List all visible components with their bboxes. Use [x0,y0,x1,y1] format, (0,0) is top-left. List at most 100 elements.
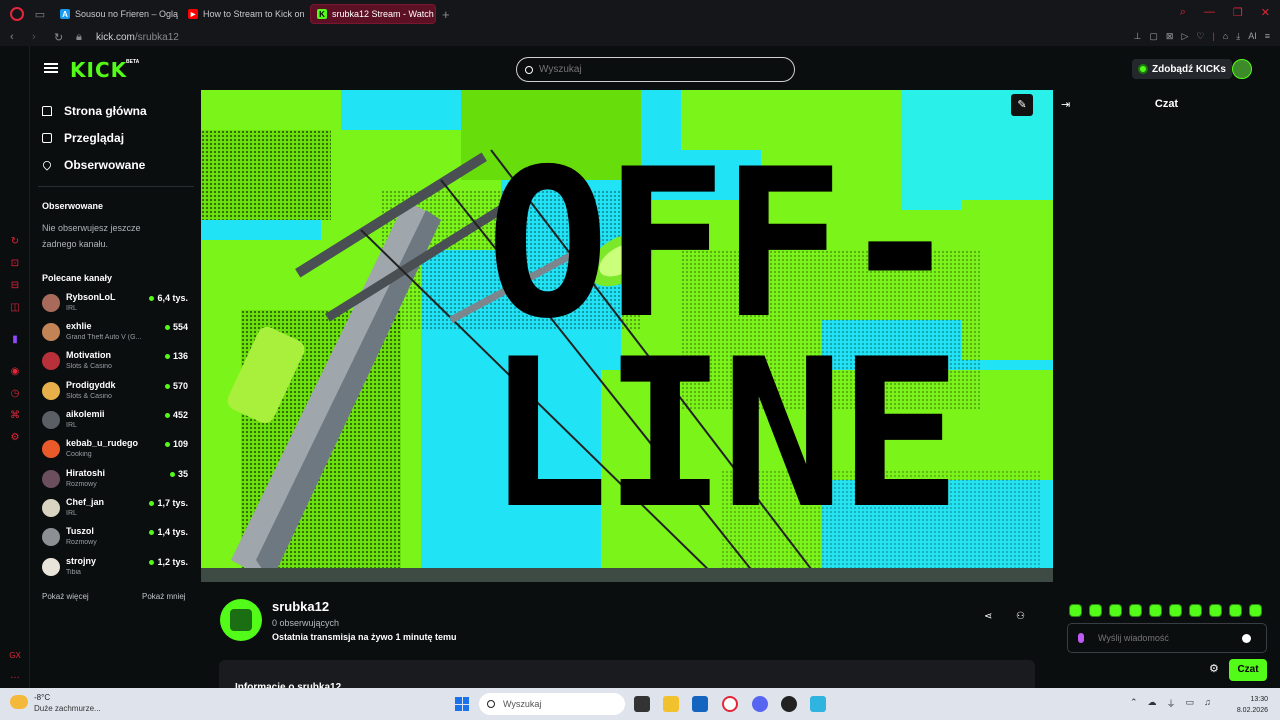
opera-gx-icon[interactable] [722,696,738,712]
cloud-icon[interactable]: ☁ [1148,697,1157,710]
back-button[interactable]: ‹ [10,31,22,43]
channel-item[interactable]: aikolemii IRL 452 [42,407,192,435]
emote-icon[interactable] [1209,604,1222,617]
add-user-icon[interactable]: ⚇ [1016,611,1028,623]
channel-name: Motivation [66,350,111,360]
channel-avatar [42,440,60,458]
emote-icon[interactable] [1129,604,1142,617]
nav-browse[interactable]: Przeglądaj [42,131,124,145]
player-icon[interactable]: ▷ [1181,31,1188,42]
maximize-button[interactable]: ❐ [1233,6,1243,19]
task-view-icon[interactable] [634,696,650,712]
show-less-link[interactable]: Pokaż mniej [142,592,186,601]
follower-count: 0 obserwujących [272,618,340,628]
mic-tray-icon[interactable]: ⏚ [1167,697,1176,710]
close-button[interactable]: ✕ [1261,6,1270,19]
channel-item[interactable]: strojny Tibia 1,2 tys. [42,554,192,582]
channel-item[interactable]: Hiratoshi Rozmowy 35 [42,466,192,494]
store-icon[interactable] [692,696,708,712]
video-player[interactable]: OFF- LINE [201,90,1053,582]
taskbar-search[interactable]: Wyszukaj [479,693,625,715]
bag-icon[interactable]: ⊡ [9,258,21,270]
workspaces-icon[interactable]: ▭ [32,7,48,21]
file-explorer-icon[interactable] [663,696,679,712]
chat-settings-icon[interactable]: ⚙ [1209,662,1219,675]
aria-ai-button[interactable]: AI [1248,31,1257,42]
tab-frieren[interactable]: A Sousou no Frieren – Oglą [54,4,180,24]
tab-youtube[interactable]: ▶ How to Stream to Kick on [182,4,308,24]
history-icon[interactable]: ◷ [9,388,21,400]
edit-banner-button[interactable]: ✎ [1011,94,1033,116]
emote-icon[interactable] [1149,604,1162,617]
adblock-icon[interactable]: ⊠ [1166,31,1174,42]
snapshot-icon[interactable]: ▢ [1149,31,1158,42]
share-icon[interactable]: ⋖ [984,611,996,623]
emote-icon[interactable] [1089,604,1102,617]
messenger-icon[interactable]: ⊟ [9,280,21,292]
emoji-icon[interactable] [1242,633,1251,643]
forward-button[interactable]: › [32,31,44,43]
channel-item[interactable]: Chef_jan IRL 1,7 tys. [42,495,192,523]
emote-icon[interactable] [1169,604,1182,617]
channel-item[interactable]: kebab_u_rudego Cooking 109 [42,436,192,464]
hamburger-menu-icon[interactable] [44,63,58,73]
get-kicks-button[interactable]: Zdobądź KICKs [1132,59,1232,79]
obs-icon[interactable] [781,696,797,712]
settings-icon[interactable]: ⚙ [9,432,21,444]
user-avatar[interactable] [1232,59,1252,79]
chat-input[interactable] [1098,633,1238,643]
tab-kick[interactable]: K srubka12 Stream - Watch L [310,4,436,24]
player-sidebar-icon[interactable]: ◉ [9,366,21,378]
kick-logo[interactable]: KICK [70,58,127,82]
new-tab-button[interactable]: + [442,7,450,22]
minimize-button[interactable]: — [1204,6,1215,19]
windows-start-icon[interactable] [455,697,469,711]
url-field[interactable]: kick.com/srubka12 [96,32,179,43]
weather-icon[interactable] [10,695,28,709]
download-icon[interactable]: ⤓ [1236,31,1240,42]
favorite-heart-icon[interactable]: ♡ [1196,31,1204,42]
discord-icon[interactable] [752,696,768,712]
more-icon[interactable]: … [9,670,21,682]
emote-icon[interactable] [1109,604,1122,617]
microphone-icon[interactable] [1078,633,1084,643]
show-more-link[interactable]: Pokaż więcej [42,592,89,601]
home-icon [42,106,52,116]
aria-icon[interactable]: ↻ [9,236,21,248]
menu-icon[interactable]: ≡ [1265,31,1270,42]
account-icon[interactable]: ⌂ [1223,31,1228,42]
pin-icon[interactable]: ⊥ [1134,31,1142,42]
twitch-icon[interactable]: ▮ [9,334,21,346]
channel-item[interactable]: Motivation Slots & Casino 136 [42,348,192,376]
chat-send-button[interactable]: Czat [1229,659,1267,681]
search-input[interactable] [539,64,779,75]
channel-name[interactable]: srubka12 [272,599,329,614]
channel-name: Prodigyddk [66,380,116,390]
emote-icon[interactable] [1249,604,1262,617]
reload-button[interactable]: ↻ [54,31,66,44]
channel-item[interactable]: exhlie Grand Theft Auto V (G... 554 [42,319,192,347]
channel-avatar[interactable] [220,599,262,641]
channel-item[interactable]: RybsonLoL IRL 6,4 tys. [42,290,192,318]
network-icon[interactable]: ▭ [1186,697,1195,710]
notepad-icon[interactable] [810,696,826,712]
opera-logo-icon[interactable] [10,7,24,21]
clock[interactable]: 13:30 8.02.2026 [1230,694,1268,716]
nav-following[interactable]: Obserwowane [41,158,145,172]
search-tabs-icon[interactable]: ⌕ [1180,6,1186,19]
collapse-chat-icon[interactable]: ⇥ [1061,98,1070,111]
channel-item[interactable]: Prodigyddk Slots & Casino 570 [42,378,192,406]
chevron-up-icon[interactable]: ⌃ [1130,697,1138,710]
channel-category: Rozmowy [66,481,97,488]
emote-icon[interactable] [1189,604,1202,617]
channel-item[interactable]: Tuszol Rozmowy 1,4 tys. [42,524,192,552]
news-icon[interactable]: ◫ [9,302,21,314]
nav-home[interactable]: Strona główna [42,104,147,118]
volume-icon[interactable]: ♫ [1204,697,1211,710]
chat-input-box[interactable] [1067,623,1267,653]
gx-icon[interactable]: GX [9,650,21,662]
extensions-icon[interactable]: ⌘ [9,410,21,422]
search-box[interactable] [516,57,795,82]
emote-icon[interactable] [1229,604,1242,617]
emote-icon[interactable] [1069,604,1082,617]
